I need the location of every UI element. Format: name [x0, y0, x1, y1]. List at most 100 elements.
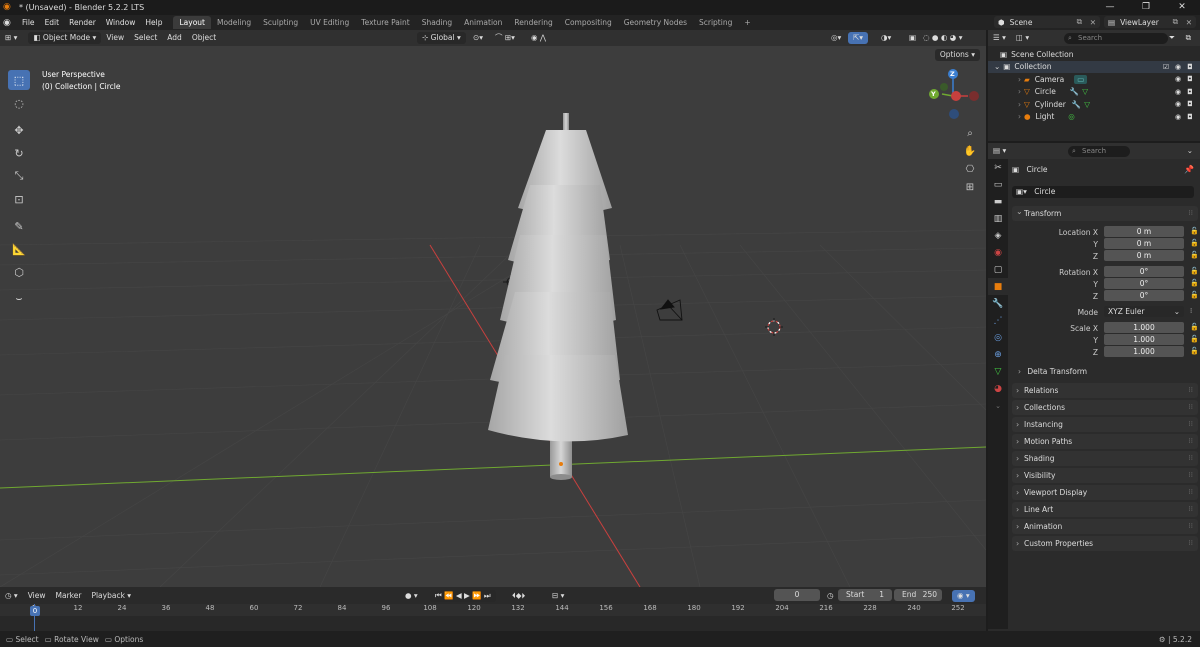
constraints-tab-icon[interactable]: ⊕ — [988, 346, 1008, 363]
properties-editor-type-icon[interactable]: ▤ ▾ — [988, 145, 1011, 157]
outliner-display-mode-icon[interactable]: ◫ ▾ — [1011, 32, 1034, 44]
menu-file[interactable]: File — [17, 18, 40, 27]
motion-paths-panel-header[interactable]: Motion Paths ⁞⁞ — [1012, 434, 1198, 449]
animation-panel-header[interactable]: Animation ⁞⁞ — [1012, 519, 1198, 534]
eye-icon[interactable]: ◉ — [1174, 113, 1182, 121]
location-x-field[interactable]: 0 m — [1104, 226, 1184, 237]
maximize-button[interactable]: ❐ — [1128, 0, 1164, 15]
physics-tab-icon[interactable]: ◎ — [988, 329, 1008, 346]
outliner-item-light[interactable]: › ● Light ◎ ◉ ◘ — [988, 111, 1200, 124]
new-scene-icon[interactable]: ⧉ — [1077, 17, 1082, 27]
custom-properties-panel-header[interactable]: Custom Properties ⁞⁞ — [1012, 536, 1198, 551]
menu-window[interactable]: Window — [101, 18, 141, 27]
scale-y-field[interactable]: 1.000 — [1104, 334, 1184, 345]
timeline-editor-type-icon[interactable]: ◷ ▾ — [0, 590, 23, 602]
proportional-edit-icon[interactable]: ◉ ⋀ — [526, 32, 551, 44]
viewport-display-panel-header[interactable]: Viewport Display ⁞⁞ — [1012, 485, 1198, 500]
outliner-search-field[interactable]: ⌕ Search — [1064, 32, 1168, 44]
menu-add[interactable]: Add — [162, 32, 187, 44]
visibility-icon[interactable]: ◎▾ — [826, 32, 846, 44]
gizmo-toggle-icon[interactable]: ⇱▾ — [848, 32, 869, 44]
visibility-panel-header[interactable]: Visibility ⁞⁞ — [1012, 468, 1198, 483]
tab-layout[interactable]: Layout — [173, 16, 211, 29]
material-tab-icon[interactable]: ◕ — [988, 380, 1008, 397]
lock-icon[interactable]: 🔓 — [1190, 347, 1199, 355]
shading-panel-header[interactable]: Shading ⁞⁞ — [1012, 451, 1198, 466]
outliner-item-cylinder[interactable]: › ▽ Cylinder 🔧 ▽ ◉ ◘ — [988, 98, 1200, 111]
more-tabs-icon[interactable]: ⌄ — [988, 397, 1008, 414]
world-tab-icon[interactable]: ◉ — [988, 244, 1008, 261]
close-button[interactable]: ✕ — [1164, 0, 1200, 15]
tab-rendering[interactable]: Rendering — [508, 16, 558, 29]
select-box-tool-icon[interactable]: ⬚ — [8, 70, 30, 90]
circle-object[interactable] — [488, 130, 628, 442]
relations-panel-header[interactable]: Relations ⁞⁞ — [1012, 383, 1198, 398]
collection-row[interactable]: ⌄ ▣ Collection ☑ ◉ ◘ — [988, 60, 1200, 73]
tab-sculpting[interactable]: Sculpting — [257, 16, 304, 29]
zoom-icon[interactable]: ⌕ — [962, 125, 978, 141]
record-icon[interactable]: ● ▾ — [400, 590, 423, 602]
object-mode-dropdown[interactable]: ◧ Object Mode ▾ — [28, 32, 102, 44]
tab-animation[interactable]: Animation — [458, 16, 508, 29]
shading-mode-icons[interactable]: ◌ ● ◐ ◕ ▾ — [918, 32, 967, 44]
transform-tool-icon[interactable]: ⊡ — [8, 189, 30, 209]
clock-icon[interactable]: ◷ — [822, 590, 839, 602]
eye-icon[interactable]: ◉ — [1174, 88, 1182, 96]
viewlayer-selector[interactable]: ▤ ViewLayer ⧉ ✕ — [1104, 16, 1196, 28]
timeline-editor[interactable]: ◷ ▾ View Marker Playback ▾ ● ▾ ⏮ ⏪ ◀ ▶ ⏩… — [0, 587, 986, 631]
outliner-editor[interactable]: ☰ ▾ ◫ ▾ ⌕ Search ⏷ ⧉ ▣ Scene Collection … — [988, 30, 1200, 141]
data-tab-icon[interactable]: ▽ — [988, 363, 1008, 380]
new-viewlayer-icon[interactable]: ⧉ — [1173, 17, 1178, 27]
timeline-ruler[interactable]: 0 12 24 36 48 60 72 84 96 108 120 132 144 156 168 180 19… — [0, 604, 986, 616]
tab-shading[interactable]: Shading — [416, 16, 458, 29]
properties-editor[interactable]: ▤ ▾ ⌕ Search ⌄ ✂ ▭ ▬ ▥ ◈ ◉ ▢ ■ 🔧 ⋰ ◎ ⊕ ▽… — [988, 143, 1200, 631]
properties-options-icon[interactable]: ⌄ — [1182, 145, 1198, 157]
measure-tool-icon[interactable]: 📐 — [8, 239, 30, 259]
pivot-icon[interactable]: ⊙▾ — [468, 32, 488, 44]
keyframe-nav-icons[interactable]: ⏴◆⏵ — [507, 590, 530, 602]
keying-icon[interactable]: ⊟ ▾ — [547, 590, 569, 602]
viewport-scene[interactable] — [0, 30, 986, 587]
delta-transform-subpanel[interactable]: › Delta Transform — [1018, 367, 1087, 376]
tab-compositing[interactable]: Compositing — [559, 16, 618, 29]
output-tab-icon[interactable]: ▬ — [988, 193, 1008, 210]
modifiers-tab-icon[interactable]: 🔧 — [988, 295, 1008, 312]
transform-orientation-dropdown[interactable]: ⊹ Global ▾ — [417, 32, 466, 44]
add-workspace-button[interactable]: + — [738, 16, 756, 29]
outliner-filter-icon[interactable]: ⏷ — [1164, 32, 1180, 44]
expand-chevron-icon[interactable]: ⌄ — [994, 62, 1000, 71]
tool-tab-icon[interactable]: ✂ — [988, 159, 1008, 176]
scale-tool-icon[interactable]: ⤡ — [8, 166, 30, 186]
menu-select[interactable]: Select — [129, 32, 162, 44]
tab-uv-editing[interactable]: UV Editing — [304, 16, 355, 29]
timeline-body[interactable] — [0, 616, 986, 631]
overlay-toggle-icon[interactable]: ◑▾ — [876, 32, 896, 44]
lock-icon[interactable]: 🔓 — [1190, 279, 1199, 287]
menu-object[interactable]: Object — [187, 32, 221, 44]
blender-menu-icon[interactable]: ◉ — [3, 18, 17, 28]
rotation-z-field[interactable]: 0° — [1104, 290, 1184, 301]
lock-icon[interactable]: 🔓 — [1190, 291, 1199, 299]
timeline-menu-view[interactable]: View — [23, 590, 51, 602]
move-tool-icon[interactable]: ✥ — [8, 120, 30, 140]
eye-icon[interactable]: ◉ — [1174, 63, 1182, 71]
collections-panel-header[interactable]: Collections ⁞⁞ — [1012, 400, 1198, 415]
cylinder-object[interactable] — [550, 435, 572, 480]
3d-viewport[interactable]: Z Y ⊞ ▾ ◧ Object Mode ▾ View Select Add … — [0, 30, 986, 587]
outliner-item-camera[interactable]: › ▰ Camera ▭ ◉ ◘ — [988, 73, 1200, 86]
menu-help[interactable]: Help — [140, 18, 167, 27]
camera-render-icon[interactable]: ◘ — [1186, 63, 1194, 71]
more-icon[interactable]: ⁞ — [1190, 307, 1192, 315]
camera-render-icon[interactable]: ◘ — [1186, 113, 1194, 121]
menu-render[interactable]: Render — [64, 18, 101, 27]
location-y-field[interactable]: 0 m — [1104, 238, 1184, 249]
eye-icon[interactable]: ◉ — [1174, 100, 1182, 108]
rotation-x-field[interactable]: 0° — [1104, 266, 1184, 277]
scene-collection-row[interactable]: ▣ Scene Collection — [988, 48, 1200, 61]
object-tab-icon[interactable]: ■ — [988, 278, 1008, 295]
expand-chevron-icon[interactable]: › — [1018, 87, 1021, 96]
scene-selector[interactable]: ⬢ Scene ⧉ ✕ — [994, 16, 1100, 28]
outliner-item-circle[interactable]: › ▽ Circle 🔧 ▽ ◉ ◘ — [988, 86, 1200, 99]
scale-x-field[interactable]: 1.000 — [1104, 322, 1184, 333]
lock-icon[interactable]: 🔓 — [1190, 335, 1199, 343]
